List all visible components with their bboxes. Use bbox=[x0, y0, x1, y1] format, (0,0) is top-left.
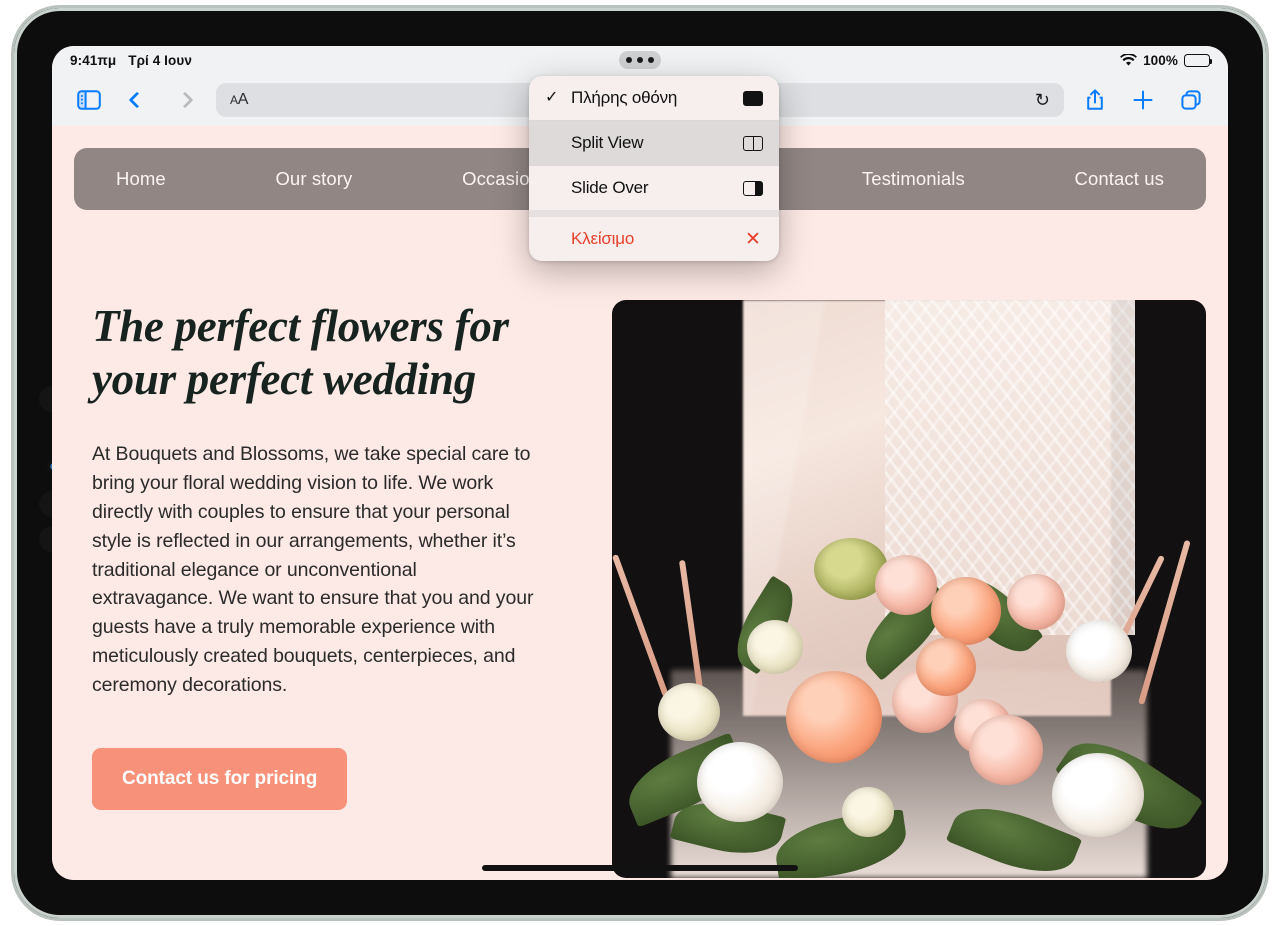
bride-holding-bouquet-photo bbox=[612, 300, 1206, 878]
nav-item-testimonials[interactable]: Testimonials bbox=[862, 168, 965, 190]
menu-item-full-screen-label: Πλήρης οθόνη bbox=[571, 88, 678, 107]
menu-item-slide-over[interactable]: Slide Over bbox=[529, 166, 779, 210]
share-icon[interactable] bbox=[1078, 83, 1112, 117]
status-date: Τρί 4 Ιουν bbox=[128, 52, 192, 68]
wifi-icon bbox=[1120, 53, 1137, 67]
status-time: 9:41πμ bbox=[70, 52, 117, 68]
nav-item-our-story[interactable]: Our story bbox=[275, 168, 352, 190]
ipad-screen: 9:41πμ Τρί 4 Ιουν 100% AA ↻ Home Our sto… bbox=[52, 46, 1228, 880]
chevron-right-icon bbox=[168, 83, 202, 117]
plus-icon[interactable] bbox=[1126, 83, 1160, 117]
menu-item-close[interactable]: Κλείσιμο ✕ bbox=[529, 217, 779, 261]
reload-icon[interactable]: ↻ bbox=[1035, 91, 1050, 109]
status-bar-left: 9:41πμ Τρί 4 Ιουν bbox=[70, 53, 192, 68]
page-title: The perfect flowers for your perfect wed… bbox=[92, 301, 509, 405]
checkmark-icon: ✓ bbox=[545, 89, 559, 106]
menu-item-split-view[interactable]: Split View bbox=[529, 121, 779, 165]
contact-us-for-pricing-button[interactable]: Contact us for pricing bbox=[92, 747, 348, 810]
hero-body-text: At Bouquets and Blossoms, we take specia… bbox=[92, 443, 534, 697]
sidebar-icon[interactable] bbox=[72, 83, 106, 117]
dot-3 bbox=[648, 57, 654, 63]
status-bar: 9:41πμ Τρί 4 Ιουν 100% bbox=[52, 46, 1228, 74]
nav-item-home[interactable]: Home bbox=[116, 168, 166, 190]
menu-item-close-label: Κλείσιμο bbox=[571, 229, 635, 248]
dot-2 bbox=[637, 57, 643, 63]
menu-item-full-screen[interactable]: ✓ Πλήρης οθόνη bbox=[529, 76, 779, 120]
tabs-icon[interactable] bbox=[1174, 83, 1208, 117]
menu-divider-3 bbox=[529, 210, 779, 217]
full-screen-icon bbox=[743, 90, 763, 106]
split-view-icon bbox=[743, 135, 763, 151]
dot-1 bbox=[626, 57, 632, 63]
battery-icon bbox=[1184, 53, 1213, 67]
hero-section: The perfect flowers for your perfect wed… bbox=[52, 230, 1228, 880]
three-dots-icon[interactable] bbox=[619, 51, 661, 69]
text-size-button[interactable]: AA bbox=[230, 91, 248, 109]
close-icon: ✕ bbox=[745, 228, 761, 250]
hero-text-column: The perfect flowers for your perfect wed… bbox=[92, 300, 572, 880]
menu-item-split-view-label: Split View bbox=[571, 133, 644, 152]
slide-over-icon bbox=[743, 180, 763, 196]
chevron-left-icon[interactable] bbox=[120, 83, 154, 117]
photo-bouquet-layer bbox=[612, 497, 1204, 878]
battery-percent-label: 100% bbox=[1143, 52, 1178, 68]
home-indicator[interactable] bbox=[482, 865, 798, 871]
multitasking-menu: ✓ Πλήρης οθόνη Split View Slide Over Κλε… bbox=[529, 76, 779, 261]
nav-item-contact-us[interactable]: Contact us bbox=[1075, 168, 1164, 190]
menu-item-slide-over-label: Slide Over bbox=[571, 178, 649, 197]
ipad-device-frame: 9:41πμ Τρί 4 Ιουν 100% AA ↻ Home Our sto… bbox=[14, 8, 1266, 918]
status-bar-right: 100% bbox=[1120, 52, 1213, 68]
